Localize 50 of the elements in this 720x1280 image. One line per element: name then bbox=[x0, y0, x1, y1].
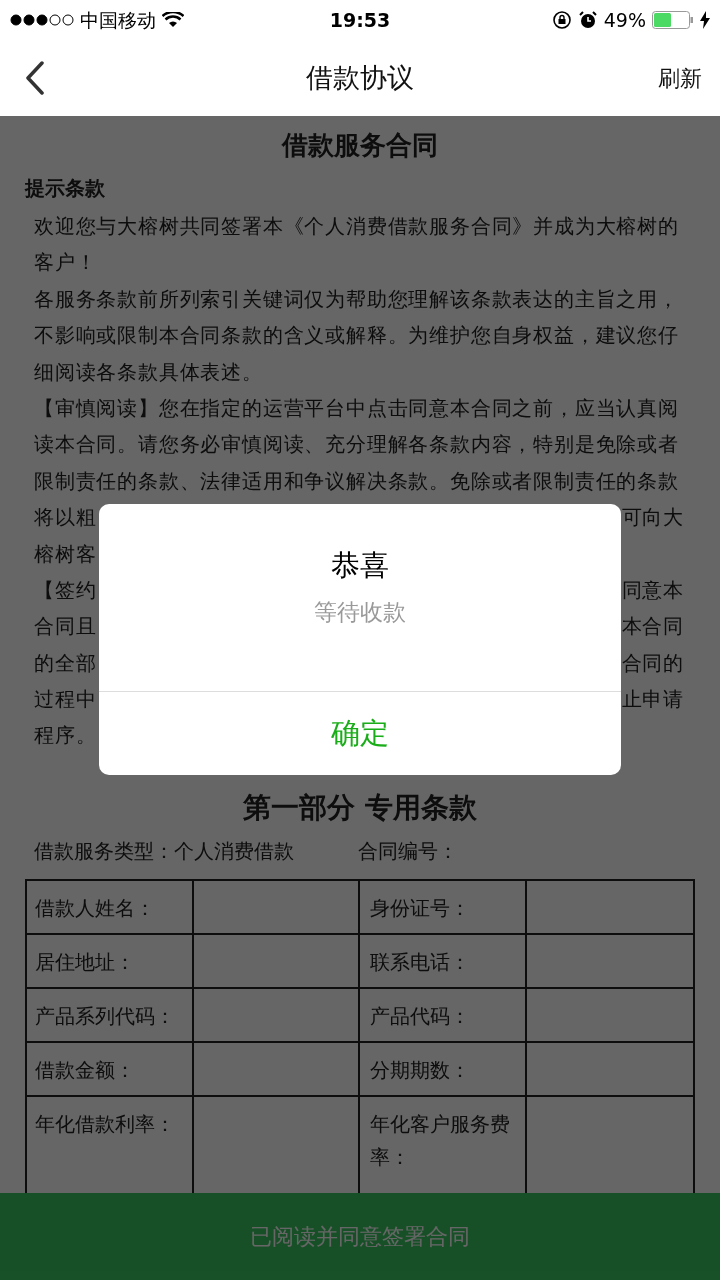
agreement-text-line: 合同的 bbox=[621, 649, 684, 677]
dialog-title: 恭喜 bbox=[330, 547, 390, 584]
table-cell: 身份证号： bbox=[360, 880, 527, 935]
battery-percentage: 49% bbox=[603, 7, 646, 33]
wifi-icon bbox=[162, 12, 184, 28]
agreement-text-line: 合同且 bbox=[34, 613, 97, 641]
agreement-text-line: 可向大 bbox=[621, 504, 684, 532]
rotation-lock-icon bbox=[551, 10, 572, 30]
agreement-text-line: 欢迎您与大榕树共同签署本《个人消费借款服务合同》并成为大榕树的 bbox=[34, 214, 679, 238]
agreement-text-line: 【审慎阅读】您在指定的运营平台中点击同意本合同之前，应当认真阅 bbox=[34, 395, 679, 420]
charging-bolt-icon bbox=[700, 11, 710, 29]
agreement-text-line: 不影响或限制本合同条款的含义或解释。为维护您自身权益，建议您仔 bbox=[34, 323, 679, 348]
confirm-button[interactable]: 确定 bbox=[99, 692, 621, 775]
table-cell: 借款金额： bbox=[27, 1042, 194, 1097]
agreement-text-line: 限制责任的条款、法律适用和争议解决条款。免除或者限制责任的条款 bbox=[34, 468, 679, 493]
agreement-text-line: 同意本 bbox=[621, 576, 684, 604]
service-type-label: 借款服务类型： bbox=[34, 837, 174, 865]
battery-icon bbox=[652, 11, 694, 29]
agreement-text-line: 过程中 bbox=[34, 686, 97, 714]
refresh-button[interactable]: 刷新 bbox=[658, 61, 702, 95]
back-icon bbox=[26, 61, 44, 95]
agreement-text-line: 【签约 bbox=[34, 576, 97, 604]
carrier-name: 中国移动 bbox=[80, 7, 156, 33]
table-cell: 联系电话： bbox=[360, 934, 527, 989]
signal-strength-icon bbox=[10, 14, 74, 26]
section-heading: 提示条款 bbox=[25, 175, 106, 202]
service-type-value: 个人消费借款 bbox=[174, 837, 294, 865]
agreement-text-line: 止申请 bbox=[621, 686, 684, 714]
agreement-text-line: 的全部 bbox=[34, 649, 97, 677]
table-cell: 分期期数： bbox=[360, 1042, 527, 1097]
status-time: 19:53 bbox=[329, 7, 391, 33]
alarm-icon bbox=[577, 10, 598, 30]
contract-number-label: 合同编号： bbox=[358, 837, 458, 865]
dialog-message: 等待收款 bbox=[313, 598, 407, 627]
agreement-text-line: 客户！ bbox=[34, 250, 97, 275]
table-cell: 居住地址： bbox=[27, 934, 194, 989]
part-title: 第一部分 专用条款 bbox=[242, 789, 478, 826]
document-title: 借款服务合同 bbox=[280, 129, 439, 162]
table-cell: 产品系列代码： bbox=[27, 988, 194, 1043]
agreement-text-line: 本合同 bbox=[621, 613, 684, 641]
agreement-text-line: 榕树客 bbox=[34, 540, 97, 568]
agreement-text-line: 将以粗 bbox=[34, 504, 97, 532]
table-cell: 借款人姓名： bbox=[27, 880, 194, 935]
table-cell: 产品代码： bbox=[360, 988, 527, 1043]
agreement-text-line: 读本合同。请您务必审慎阅读、充分理解各条款内容，特别是免除或者 bbox=[34, 432, 679, 457]
agreement-text-line: 程序。 bbox=[34, 723, 97, 748]
agree-sign-button[interactable]: 已阅读并同意签署合同 bbox=[0, 1193, 720, 1280]
agreement-text-line: 各服务条款前所列索引关键词仅为帮助您理解该条款表达的主旨之用， bbox=[34, 286, 679, 311]
page-title: 借款协议 bbox=[306, 60, 414, 95]
agreement-text-line: 细阅读各条款具体表述。 bbox=[34, 359, 263, 384]
